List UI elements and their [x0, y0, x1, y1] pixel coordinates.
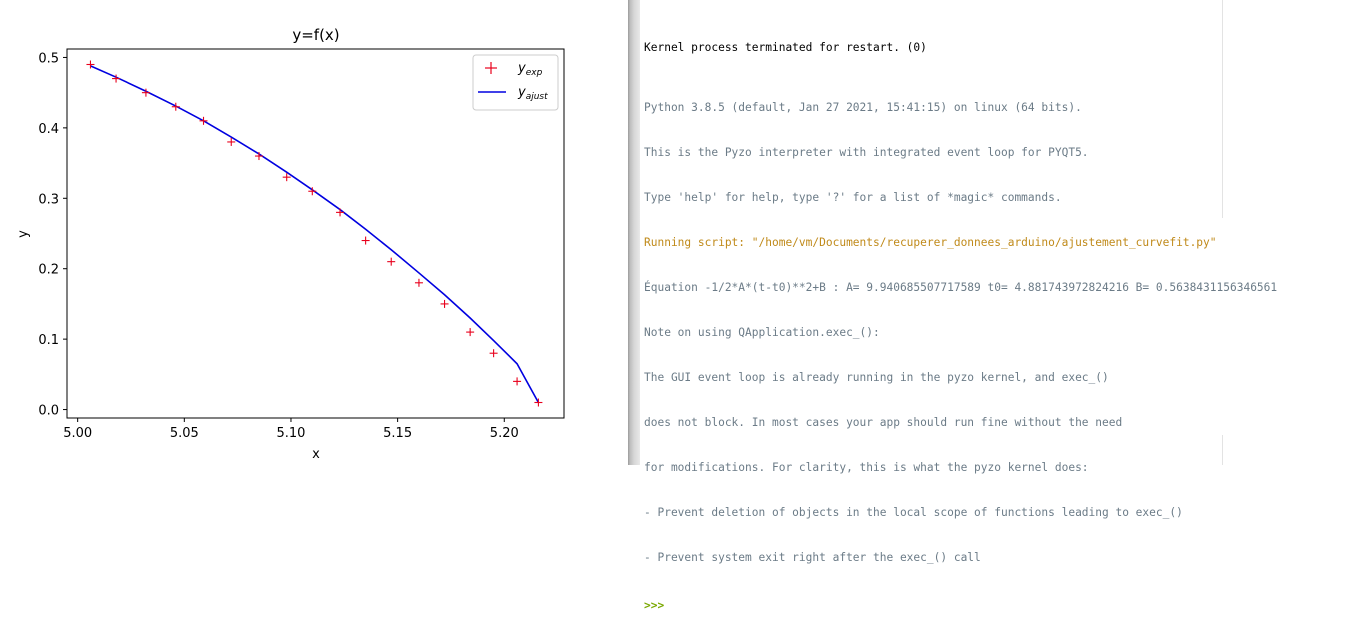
- shell-line: Python 3.8.5 (default, Jan 27 2021, 15:4…: [644, 101, 1082, 114]
- chart-title: y=f(x): [292, 26, 339, 44]
- matplotlib-figure: y=f(x) 5.00 5.05 5.10 5.15 5.20 0.0 0.1 0.2 0.3…: [0, 0, 628, 465]
- shell-line: Type 'help' for help, type '?' for a lis…: [644, 191, 1062, 204]
- chart: y=f(x) 5.00 5.05 5.10 5.15 5.20 0.0 0.1 0.2 0.3…: [16, 26, 565, 462]
- y-tick-label: 0.4: [38, 122, 59, 137]
- shell-line: Équation -1/2*A*(t-t0)**2+B : A= 9.94068…: [644, 281, 1278, 294]
- x-axis-label: x: [312, 447, 320, 462]
- shell-running-script: Running script: "/home/vm/Documents/recu…: [644, 236, 1217, 249]
- x-axis: 5.00 5.05 5.10 5.15 5.20: [63, 418, 519, 441]
- y-tick-label: 0.0: [38, 404, 59, 419]
- x-tick-label: 5.20: [490, 426, 519, 441]
- shell-line: - Prevent system exit right after the ex…: [644, 551, 981, 564]
- x-tick-label: 5.10: [276, 426, 305, 441]
- shell-header-line: Kernel process terminated for restart. (…: [644, 41, 927, 54]
- y-tick-label: 0.2: [38, 263, 59, 278]
- x-tick-label: 5.05: [170, 426, 199, 441]
- x-tick-label: 5.15: [383, 426, 412, 441]
- y-axis-label: y: [16, 230, 31, 238]
- shell-line: - Prevent deletion of objects in the loc…: [644, 506, 1183, 519]
- y-tick-label: 0.5: [38, 51, 59, 66]
- shell-output: Kernel process terminated for restart. (…: [644, 10, 1344, 643]
- pyzo-shell[interactable]: Kernel process terminated for restart. (…: [640, 0, 1347, 612]
- legend: yexp yajust: [472, 54, 559, 111]
- y-tick-label: 0.1: [38, 333, 59, 348]
- shell-line: This is the Pyzo interpreter with integr…: [644, 146, 1089, 159]
- pane-splitter[interactable]: [628, 0, 640, 465]
- x-tick-label: 5.00: [63, 426, 92, 441]
- shell-line: The GUI event loop is already running in…: [644, 371, 1109, 384]
- shell-line: does not block. In most cases your app s…: [644, 416, 1123, 429]
- shell-line: for modifications. For clarity, this is …: [644, 461, 1089, 474]
- shell-prompt[interactable]: >>>: [644, 598, 1344, 613]
- y-axis: 0.0 0.1 0.2 0.3 0.4 0.5: [38, 51, 67, 419]
- shell-line: Note on using QApplication.exec_():: [644, 326, 880, 339]
- y-tick-label: 0.3: [38, 192, 59, 207]
